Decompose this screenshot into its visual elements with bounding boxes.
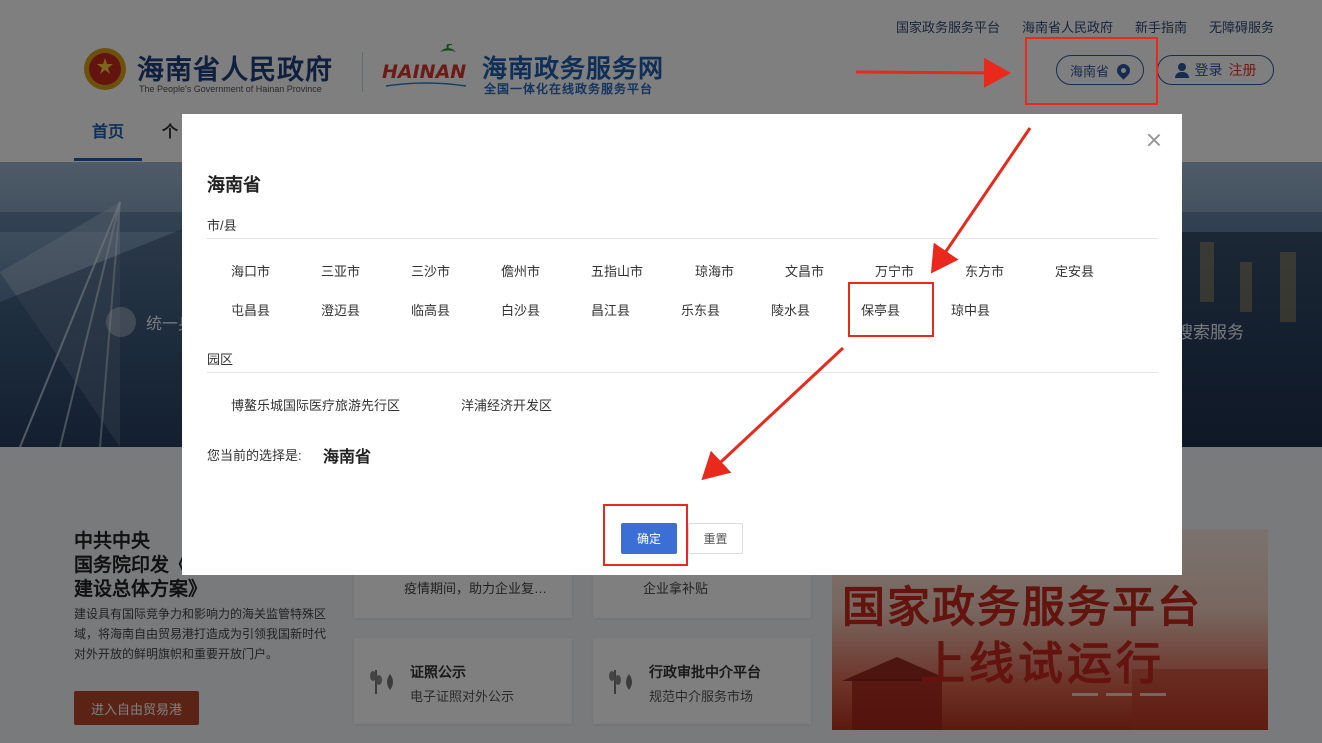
city-option[interactable]: 白沙县 <box>501 300 540 319</box>
park-option[interactable]: 博鳌乐城国际医疗旅游先行区 <box>231 395 400 414</box>
city-option[interactable]: 琼中县 <box>951 300 990 319</box>
city-option[interactable]: 文昌市 <box>785 261 824 280</box>
cities-divider <box>207 238 1158 239</box>
city-option[interactable]: 陵水县 <box>771 300 810 319</box>
city-option[interactable]: 儋州市 <box>501 261 540 280</box>
city-option[interactable]: 三亚市 <box>321 261 360 280</box>
city-option[interactable]: 五指山市 <box>591 261 643 280</box>
dialog-title: 海南省 <box>207 175 261 195</box>
city-option[interactable]: 临高县 <box>411 300 450 319</box>
city-option[interactable]: 三沙市 <box>411 261 450 280</box>
current-selection-value: 海南省 <box>323 449 372 466</box>
highlight-confirm-button <box>603 504 688 566</box>
highlight-baoting-option <box>848 282 934 337</box>
park-option[interactable]: 洋浦经济开发区 <box>461 395 552 414</box>
city-option[interactable]: 东方市 <box>965 261 1004 280</box>
parks-divider <box>207 372 1158 373</box>
city-option[interactable]: 琼海市 <box>695 261 734 280</box>
city-option[interactable]: 昌江县 <box>591 300 630 319</box>
city-option[interactable]: 乐东县 <box>681 300 720 319</box>
cities-section-label: 市/县 <box>207 218 237 233</box>
city-option[interactable]: 定安县 <box>1055 261 1094 280</box>
current-selection-label: 您当前的选择是: <box>207 448 302 463</box>
city-option[interactable]: 屯昌县 <box>231 300 270 319</box>
parks-section-label: 园区 <box>207 352 234 367</box>
city-option[interactable]: 海口市 <box>231 261 270 280</box>
city-option[interactable]: 万宁市 <box>875 261 914 280</box>
highlight-location-button <box>1025 37 1158 105</box>
close-icon[interactable] <box>1146 132 1162 148</box>
city-option[interactable]: 澄迈县 <box>321 300 360 319</box>
reset-button[interactable]: 重置 <box>688 523 743 554</box>
